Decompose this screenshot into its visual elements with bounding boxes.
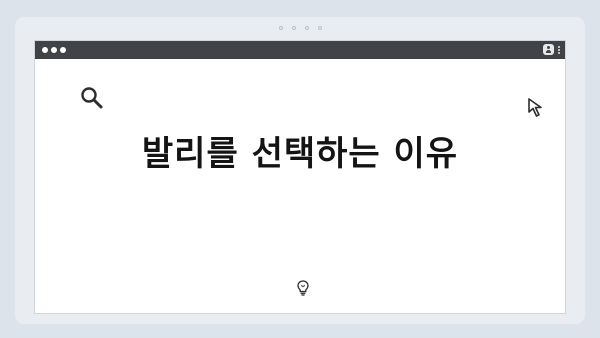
titlebar-actions	[543, 44, 560, 55]
pagination-dots	[15, 26, 585, 30]
kebab-menu-icon[interactable]	[558, 45, 560, 54]
close-dot[interactable]	[42, 47, 48, 53]
window-titlebar	[35, 41, 565, 59]
outer-frame: 발리를 선택하는 이유	[15, 17, 585, 324]
browser-window: 발리를 선택하는 이유	[34, 40, 566, 314]
pagination-dot	[291, 26, 296, 30]
pagination-dot	[278, 26, 283, 30]
minimize-dot[interactable]	[51, 47, 57, 53]
window-controls	[42, 47, 66, 53]
cursor-icon	[528, 98, 542, 117]
lightbulb-icon	[297, 280, 309, 296]
user-icon[interactable]	[543, 44, 554, 55]
page-title: 발리를 선택하는 이유	[141, 134, 459, 174]
maximize-dot[interactable]	[60, 47, 66, 53]
pagination-dot	[317, 26, 322, 30]
pagination-dot	[304, 26, 309, 30]
search-icon[interactable]	[79, 85, 105, 111]
